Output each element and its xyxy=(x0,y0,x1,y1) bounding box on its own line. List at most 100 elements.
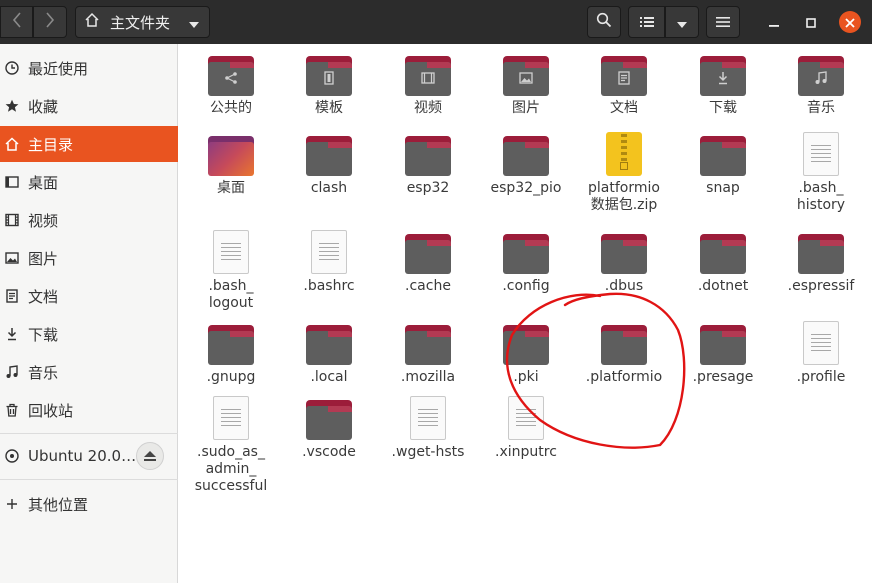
folder-icon xyxy=(700,56,746,96)
chevron-right-icon xyxy=(45,12,55,32)
location-button[interactable]: 主文件夹 xyxy=(75,6,210,38)
eject-button[interactable] xyxy=(136,442,164,470)
file-name: 图片 xyxy=(512,100,540,116)
template-icon xyxy=(321,70,337,86)
file-item[interactable]: .dbus xyxy=(575,234,673,295)
file-item[interactable]: .pki xyxy=(477,325,575,386)
file-item[interactable]: esp32_pio xyxy=(477,136,575,197)
sidebar-item-label: 其他位置 xyxy=(28,495,89,514)
file-name: .espressif xyxy=(787,278,855,294)
folder-icon xyxy=(503,234,549,274)
file-item[interactable]: 下载 xyxy=(674,56,772,117)
sidebar-item-label: 视频 xyxy=(28,211,59,230)
chevron-left-icon xyxy=(12,12,22,32)
file-item[interactable]: .sudo_as_ admin_ successful xyxy=(182,396,280,495)
search-icon xyxy=(596,12,612,32)
text-file-icon xyxy=(213,396,249,440)
file-item[interactable]: .bash_ history xyxy=(772,132,870,214)
file-item[interactable]: clash xyxy=(280,136,378,197)
file-item[interactable]: platformio 数据包.zip xyxy=(575,132,673,214)
minimize-button[interactable] xyxy=(764,12,784,32)
file-item[interactable]: .bash_ logout xyxy=(182,230,280,312)
file-item[interactable]: 公共的 xyxy=(182,56,280,117)
file-name: 文档 xyxy=(610,100,638,116)
file-name: 视频 xyxy=(414,100,442,116)
sidebar-item-documents[interactable]: 文档 xyxy=(0,278,178,314)
file-item[interactable]: .xinputrc xyxy=(477,396,575,461)
menu-button[interactable] xyxy=(706,6,740,38)
file-name: .xinputrc xyxy=(495,444,557,460)
desktop-folder-icon xyxy=(208,136,254,176)
dropdown-arrow-icon xyxy=(677,13,687,32)
document-icon xyxy=(616,70,632,86)
forward-button[interactable] xyxy=(33,6,67,38)
file-item[interactable]: 模板 xyxy=(280,56,378,117)
file-item[interactable]: .local xyxy=(280,325,378,386)
file-item[interactable]: .bashrc xyxy=(280,230,378,295)
video-icon xyxy=(420,70,436,86)
list-view-button[interactable] xyxy=(628,6,665,38)
file-item[interactable]: .gnupg xyxy=(182,325,280,386)
sidebar-item-label: 图片 xyxy=(28,249,59,268)
file-item[interactable]: .platformio xyxy=(575,325,673,386)
share-icon xyxy=(223,70,239,86)
picture-icon xyxy=(5,251,19,265)
file-item[interactable]: .mozilla xyxy=(379,325,477,386)
home-icon xyxy=(84,12,100,32)
file-name: .mozilla xyxy=(400,369,456,385)
sidebar-item-device[interactable]: Ubuntu 20.0… xyxy=(0,438,178,474)
file-grid: 公共的 模板 视频 图片 文档 下载 音乐 桌面 clash esp32 esp… xyxy=(179,44,872,583)
file-item[interactable]: .vscode xyxy=(280,400,378,461)
file-item[interactable]: esp32 xyxy=(379,136,477,197)
file-item[interactable]: 桌面 xyxy=(182,136,280,197)
download-icon xyxy=(5,327,19,341)
view-options-button[interactable] xyxy=(665,6,699,38)
file-item[interactable]: .profile xyxy=(772,321,870,386)
file-item[interactable]: 图片 xyxy=(477,56,575,117)
back-button[interactable] xyxy=(0,6,33,38)
file-item[interactable]: .wget-hsts xyxy=(379,396,477,461)
sidebar-item-trash[interactable]: 回收站 xyxy=(0,392,178,428)
close-icon xyxy=(845,13,855,32)
folder-icon xyxy=(798,234,844,274)
close-button[interactable] xyxy=(839,11,861,33)
sidebar-item-home[interactable]: 主目录 xyxy=(0,126,178,162)
sidebar-item-downloads[interactable]: 下载 xyxy=(0,316,178,352)
file-item[interactable]: .espressif xyxy=(772,234,870,295)
file-item[interactable]: snap xyxy=(674,136,772,197)
list-view-icon xyxy=(639,13,654,32)
file-name: platformio 数据包.zip xyxy=(588,180,660,213)
sidebar-item-recent[interactable]: 最近使用 xyxy=(0,50,178,86)
file-item[interactable]: 视频 xyxy=(379,56,477,117)
sidebar-item-other-locations[interactable]: 其他位置 xyxy=(0,486,178,522)
disk-icon xyxy=(5,449,19,463)
file-item[interactable]: .cache xyxy=(379,234,477,295)
desktop-icon xyxy=(5,175,19,189)
sidebar-item-videos[interactable]: 视频 xyxy=(0,202,178,238)
search-button[interactable] xyxy=(587,6,621,38)
file-item[interactable]: .presage xyxy=(674,325,772,386)
sidebar-item-desktop[interactable]: 桌面 xyxy=(0,164,178,200)
file-name: .config xyxy=(502,278,550,294)
folder-icon xyxy=(700,234,746,274)
sidebar-item-pictures[interactable]: 图片 xyxy=(0,240,178,276)
sidebar-item-starred[interactable]: 收藏 xyxy=(0,88,178,124)
file-name: 下载 xyxy=(709,100,737,116)
maximize-button[interactable] xyxy=(801,12,821,32)
file-name: .profile xyxy=(796,369,846,385)
text-file-icon xyxy=(803,132,839,176)
file-name: .gnupg xyxy=(206,369,256,385)
file-name: 公共的 xyxy=(210,100,252,116)
sidebar-item-label: 收藏 xyxy=(28,97,59,116)
file-name: 音乐 xyxy=(807,100,835,116)
file-name: .presage xyxy=(692,369,754,385)
sidebar-item-label: 最近使用 xyxy=(28,59,89,78)
file-item[interactable]: 文档 xyxy=(575,56,673,117)
sidebar-item-music[interactable]: 音乐 xyxy=(0,354,178,390)
minimize-icon xyxy=(769,13,779,32)
hamburger-icon xyxy=(716,13,730,32)
file-item[interactable]: 音乐 xyxy=(772,56,870,117)
file-item[interactable]: .config xyxy=(477,234,575,295)
sidebar-item-label: 文档 xyxy=(28,287,59,306)
file-item[interactable]: .dotnet xyxy=(674,234,772,295)
